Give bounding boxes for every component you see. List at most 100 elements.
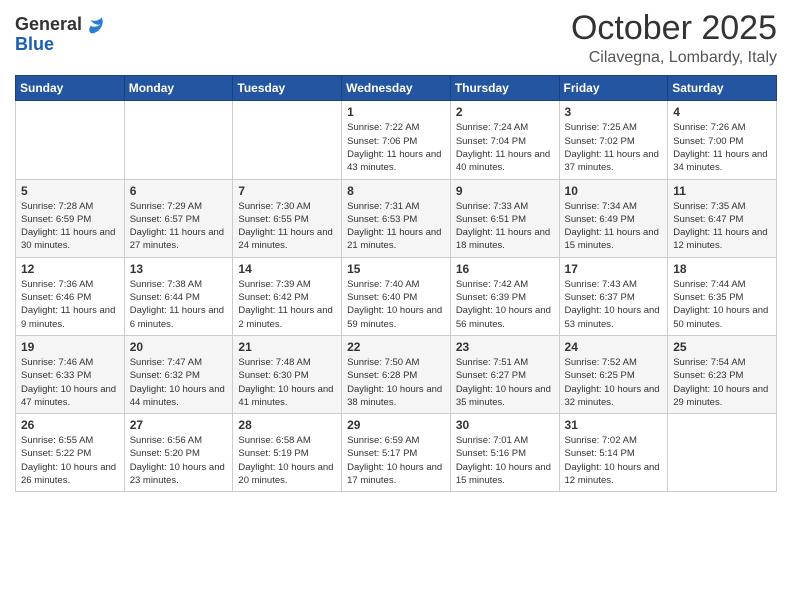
day-info: Sunrise: 6:59 AM Sunset: 5:17 PM Dayligh… [347,434,445,487]
calendar: SundayMondayTuesdayWednesdayThursdayFrid… [15,75,777,492]
day-number: 4 [673,105,771,119]
day-info: Sunrise: 7:24 AM Sunset: 7:04 PM Dayligh… [456,121,554,174]
day-number: 2 [456,105,554,119]
day-info: Sunrise: 7:31 AM Sunset: 6:53 PM Dayligh… [347,200,445,253]
day-info: Sunrise: 7:39 AM Sunset: 6:42 PM Dayligh… [238,278,336,331]
logo: General Blue [15,15,104,55]
day-info: Sunrise: 7:52 AM Sunset: 6:25 PM Dayligh… [565,356,663,409]
day-info: Sunrise: 7:47 AM Sunset: 6:32 PM Dayligh… [130,356,228,409]
day-number: 10 [565,184,663,198]
calendar-cell: 17 Sunrise: 7:43 AM Sunset: 6:37 PM Dayli… [559,257,668,335]
day-number: 31 [565,418,663,432]
day-number: 17 [565,262,663,276]
calendar-cell: 22 Sunrise: 7:50 AM Sunset: 6:28 PM Dayli… [342,335,451,413]
calendar-cell: 15Sunrise: 7:40 AM Sunset: 6:40 PM Dayli… [342,257,451,335]
calendar-cell: 5Sunrise: 7:28 AM Sunset: 6:59 PM Daylig… [16,179,125,257]
day-info: Sunrise: 6:58 AM Sunset: 5:19 PM Dayligh… [238,434,336,487]
calendar-header-row: SundayMondayTuesdayWednesdayThursdayFrid… [16,76,777,101]
calendar-cell: 25Sunrise: 7:54 AM Sunset: 6:23 PM Dayli… [668,335,777,413]
day-number: 21 [238,340,336,354]
day-info: Sunrise: 6:55 AM Sunset: 5:22 PM Dayligh… [21,434,119,487]
header: General Blue October 2025 Cilavegna, Lom… [15,10,777,67]
day-number: 9 [456,184,554,198]
calendar-cell: 20 Sunrise: 7:47 AM Sunset: 6:32 PM Dayli… [124,335,233,413]
day-number: 24 [565,340,663,354]
calendar-cell: 24 Sunrise: 7:52 AM Sunset: 6:25 PM Dayli… [559,335,668,413]
day-info: Sunrise: 7:01 AM Sunset: 5:16 PM Dayligh… [456,434,554,487]
calendar-cell: 30 Sunrise: 7:01 AM Sunset: 5:16 PM Dayli… [450,414,559,492]
day-info: Sunrise: 7:34 AM Sunset: 6:49 PM Dayligh… [565,200,663,253]
calendar-cell: 4 Sunrise: 7:26 AM Sunset: 7:00 PM Daylig… [668,101,777,179]
day-number: 27 [130,418,228,432]
day-info: Sunrise: 7:35 AM Sunset: 6:47 PM Dayligh… [673,200,771,253]
calendar-cell: 1Sunrise: 7:22 AM Sunset: 7:06 PM Daylig… [342,101,451,179]
day-of-week-header: Friday [559,76,668,101]
day-of-week-header: Monday [124,76,233,101]
day-number: 8 [347,184,445,198]
day-info: Sunrise: 7:40 AM Sunset: 6:40 PM Dayligh… [347,278,445,331]
day-info: Sunrise: 7:22 AM Sunset: 7:06 PM Dayligh… [347,121,445,174]
day-info: Sunrise: 7:51 AM Sunset: 6:27 PM Dayligh… [456,356,554,409]
day-info: Sunrise: 7:42 AM Sunset: 6:39 PM Dayligh… [456,278,554,331]
calendar-cell: 9 Sunrise: 7:33 AM Sunset: 6:51 PM Daylig… [450,179,559,257]
day-info: Sunrise: 7:43 AM Sunset: 6:37 PM Dayligh… [565,278,663,331]
day-number: 16 [456,262,554,276]
day-info: Sunrise: 7:26 AM Sunset: 7:00 PM Dayligh… [673,121,771,174]
day-info: Sunrise: 7:33 AM Sunset: 6:51 PM Dayligh… [456,200,554,253]
calendar-week-row: 1Sunrise: 7:22 AM Sunset: 7:06 PM Daylig… [16,101,777,179]
calendar-week-row: 19 Sunrise: 7:46 AM Sunset: 6:33 PM Dayli… [16,335,777,413]
calendar-cell: 29 Sunrise: 6:59 AM Sunset: 5:17 PM Dayli… [342,414,451,492]
calendar-week-row: 5Sunrise: 7:28 AM Sunset: 6:59 PM Daylig… [16,179,777,257]
calendar-cell: 6Sunrise: 7:29 AM Sunset: 6:57 PM Daylig… [124,179,233,257]
day-number: 20 [130,340,228,354]
calendar-cell: 3 Sunrise: 7:25 AM Sunset: 7:02 PM Daylig… [559,101,668,179]
logo-general: General [15,15,82,35]
location: Cilavegna, Lombardy, Italy [571,49,777,67]
day-info: Sunrise: 7:46 AM Sunset: 6:33 PM Dayligh… [21,356,119,409]
day-number: 22 [347,340,445,354]
calendar-cell: 28 Sunrise: 6:58 AM Sunset: 5:19 PM Dayli… [233,414,342,492]
day-of-week-header: Wednesday [342,76,451,101]
day-info: Sunrise: 7:50 AM Sunset: 6:28 PM Dayligh… [347,356,445,409]
calendar-cell: 27Sunrise: 6:56 AM Sunset: 5:20 PM Dayli… [124,414,233,492]
day-of-week-header: Tuesday [233,76,342,101]
day-info: Sunrise: 7:38 AM Sunset: 6:44 PM Dayligh… [130,278,228,331]
day-number: 28 [238,418,336,432]
calendar-week-row: 26 Sunrise: 6:55 AM Sunset: 5:22 PM Dayli… [16,414,777,492]
day-number: 29 [347,418,445,432]
day-info: Sunrise: 7:36 AM Sunset: 6:46 PM Dayligh… [21,278,119,331]
calendar-cell: 31 Sunrise: 7:02 AM Sunset: 5:14 PM Dayli… [559,414,668,492]
calendar-cell: 10 Sunrise: 7:34 AM Sunset: 6:49 PM Dayli… [559,179,668,257]
day-info: Sunrise: 7:30 AM Sunset: 6:55 PM Dayligh… [238,200,336,253]
day-number: 19 [21,340,119,354]
day-number: 7 [238,184,336,198]
calendar-cell: 18Sunrise: 7:44 AM Sunset: 6:35 PM Dayli… [668,257,777,335]
day-number: 26 [21,418,119,432]
calendar-cell: 11 Sunrise: 7:35 AM Sunset: 6:47 PM Dayli… [668,179,777,257]
month-title: October 2025 [571,10,777,47]
day-number: 23 [456,340,554,354]
day-number: 30 [456,418,554,432]
calendar-cell [233,101,342,179]
calendar-cell: 7 Sunrise: 7:30 AM Sunset: 6:55 PM Daylig… [233,179,342,257]
day-number: 3 [565,105,663,119]
day-info: Sunrise: 7:25 AM Sunset: 7:02 PM Dayligh… [565,121,663,174]
day-info: Sunrise: 7:02 AM Sunset: 5:14 PM Dayligh… [565,434,663,487]
calendar-cell: 12Sunrise: 7:36 AM Sunset: 6:46 PM Dayli… [16,257,125,335]
calendar-cell: 14 Sunrise: 7:39 AM Sunset: 6:42 PM Dayli… [233,257,342,335]
day-number: 13 [130,262,228,276]
day-number: 11 [673,184,771,198]
calendar-cell: 26 Sunrise: 6:55 AM Sunset: 5:22 PM Dayli… [16,414,125,492]
calendar-cell: 16 Sunrise: 7:42 AM Sunset: 6:39 PM Dayli… [450,257,559,335]
calendar-cell: 21 Sunrise: 7:48 AM Sunset: 6:30 PM Dayli… [233,335,342,413]
title-block: October 2025 Cilavegna, Lombardy, Italy [571,10,777,67]
calendar-cell [16,101,125,179]
calendar-cell: 2 Sunrise: 7:24 AM Sunset: 7:04 PM Daylig… [450,101,559,179]
calendar-week-row: 12Sunrise: 7:36 AM Sunset: 6:46 PM Dayli… [16,257,777,335]
day-of-week-header: Saturday [668,76,777,101]
day-info: Sunrise: 7:48 AM Sunset: 6:30 PM Dayligh… [238,356,336,409]
day-of-week-header: Sunday [16,76,125,101]
day-number: 14 [238,262,336,276]
logo-blue: Blue [15,35,104,55]
day-info: Sunrise: 7:28 AM Sunset: 6:59 PM Dayligh… [21,200,119,253]
